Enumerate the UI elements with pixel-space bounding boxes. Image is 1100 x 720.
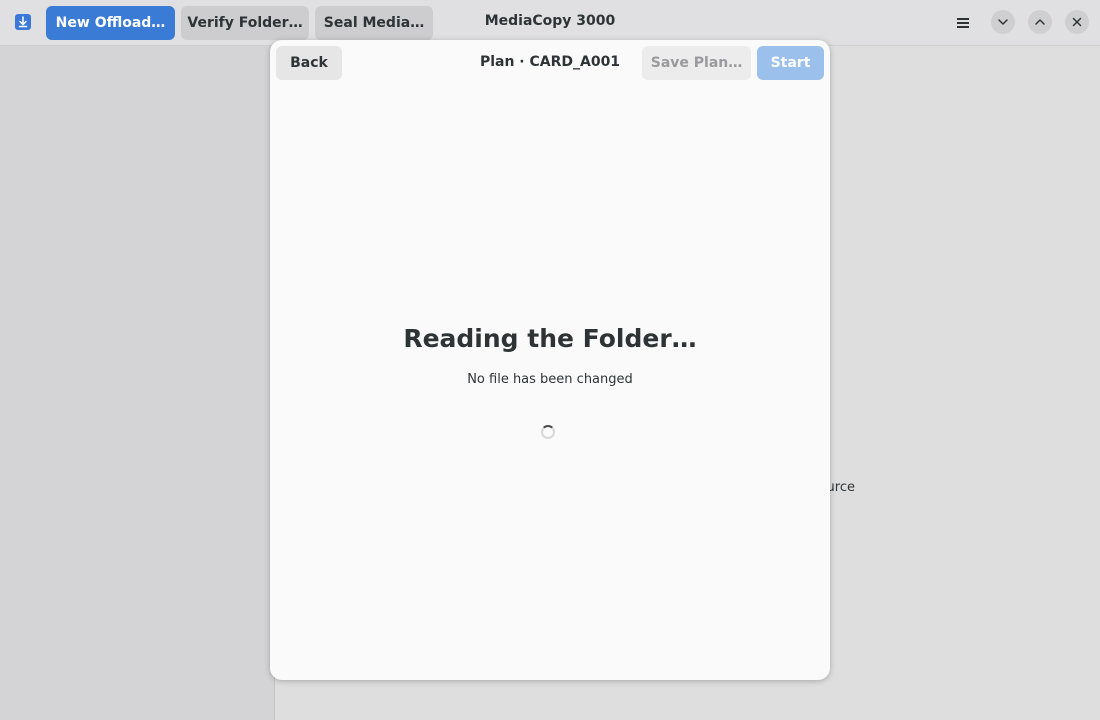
minimize-button[interactable] — [991, 10, 1015, 34]
hamburger-menu-icon — [957, 18, 969, 28]
maximize-button[interactable] — [1028, 10, 1052, 34]
start-button[interactable]: Start — [757, 46, 824, 80]
download-icon — [15, 14, 31, 30]
plan-dialog: Back Plan · CARD_A001 Save Plan… Start R… — [270, 40, 830, 680]
chevron-down-icon — [998, 19, 1008, 25]
main-menu-button[interactable] — [949, 9, 977, 37]
seal-media-button[interactable]: Seal Media… — [315, 6, 433, 40]
sidebar — [0, 46, 275, 720]
status-heading: Reading the Folder… — [403, 324, 697, 353]
status-subtext: No file has been changed — [467, 372, 633, 387]
save-plan-button[interactable]: Save Plan… — [642, 46, 751, 80]
verify-folder-button[interactable]: Verify Folder… — [181, 6, 309, 40]
dialog-title: Plan · CARD_A001 — [479, 54, 621, 70]
close-icon — [1072, 17, 1082, 27]
window-title: MediaCopy 3000 — [484, 13, 616, 29]
new-offload-button[interactable]: New Offload… — [46, 6, 175, 40]
back-button[interactable]: Back — [276, 46, 342, 80]
close-button[interactable] — [1065, 10, 1089, 34]
loading-spinner-icon — [541, 425, 555, 439]
chevron-up-icon — [1035, 19, 1045, 25]
